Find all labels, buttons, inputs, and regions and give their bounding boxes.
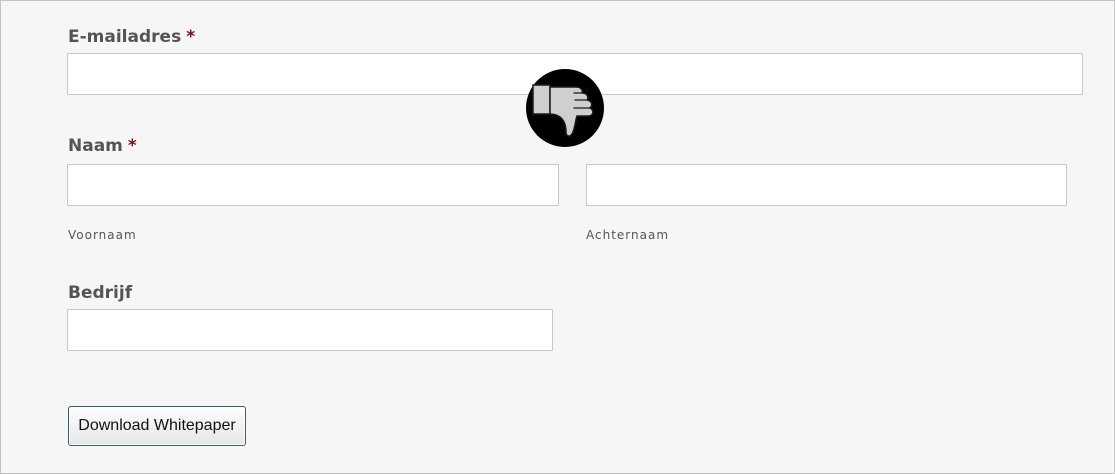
download-whitepaper-button[interactable]: Download Whitepaper [68, 406, 246, 446]
name-required-marker: * [127, 136, 137, 156]
company-label: Bedrijf [68, 283, 132, 303]
thumbs-down-icon [526, 69, 604, 147]
company-label-text: Bedrijf [68, 283, 133, 303]
name-label-text: Naam [68, 136, 123, 156]
first-name-caption: Voornaam [68, 228, 137, 242]
last-name-caption: Achternaam [586, 228, 670, 242]
last-name-field[interactable] [586, 164, 1067, 206]
whitepaper-form: E-mailadres * Naam * Voornaam Achternaam B… [0, 0, 1115, 474]
email-label: E-mailadres * [68, 27, 195, 47]
email-label-text: E-mailadres [68, 27, 182, 47]
name-label: Naam * [68, 136, 137, 156]
first-name-field[interactable] [67, 164, 559, 206]
company-field[interactable] [67, 309, 553, 351]
email-required-marker: * [186, 27, 196, 47]
